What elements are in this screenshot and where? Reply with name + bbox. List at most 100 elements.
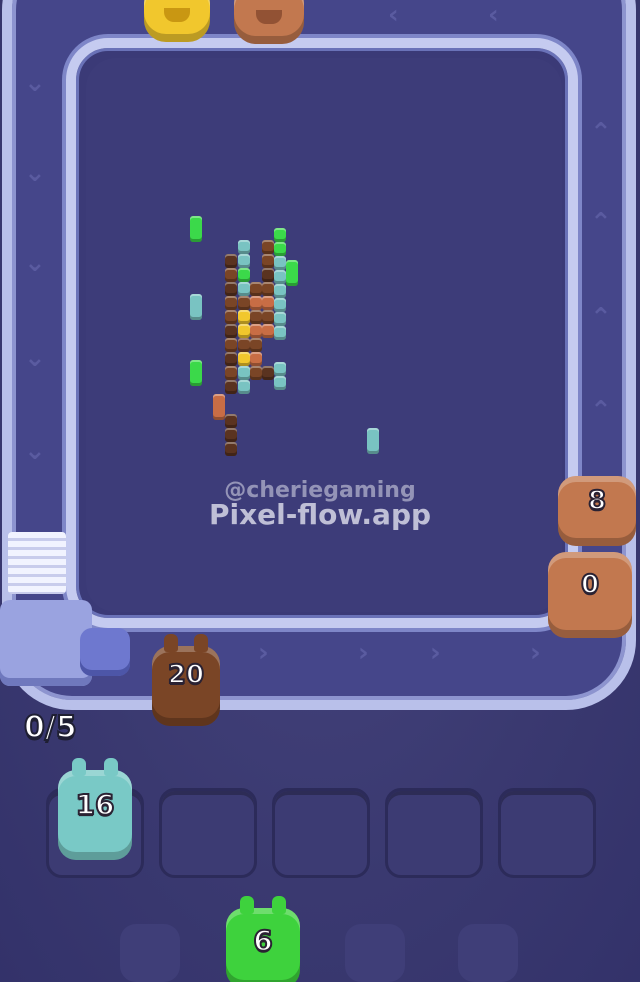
pixel-block [225,338,237,352]
pixel-block [274,256,286,270]
pixel-block [225,268,237,282]
pixel-block [262,310,274,324]
pixel-block [190,216,202,242]
conveyor-arrow-icon: ‹ [488,0,499,30]
conveyor-gate-door [80,628,130,676]
slot-creature-count: 16 [75,787,116,822]
pixel-block [250,352,262,366]
ear [72,758,86,776]
conveyor-arrow-icon: ⌄ [24,343,46,373]
pixel-block [262,282,274,296]
pixel-block [274,362,286,376]
holding-slot-2[interactable] [159,788,257,878]
pixel-block [238,268,250,282]
pixel-block [225,282,237,296]
pixel-block [225,428,237,442]
pixel-block [238,338,250,352]
pixel-block [225,324,237,338]
pixel-block [225,296,237,310]
conveyor-capacity-counter: 0/5 [23,709,78,746]
pixel-block [274,326,286,340]
pixel-block [190,360,202,386]
pixel-block [238,366,250,380]
conveyor-arrow-icon: ⌃ [590,396,612,426]
conveyor-shooter[interactable]: 20 [152,634,220,726]
pixel-block [238,240,250,254]
pixel-block [274,270,286,284]
conveyor-arrow-icon: ⌃ [590,303,612,333]
pixel-block [250,366,262,380]
pixel-block [274,242,286,256]
pixel-block [225,310,237,324]
conveyor-arrow-icon: ⌄ [24,158,46,188]
face-icon [164,8,190,22]
pixel-block [225,352,237,366]
pixel-block [250,282,262,296]
top-creature-copper [234,0,304,44]
pixel-block [213,394,225,420]
pixel-block [262,254,274,268]
conveyor-creature[interactable]: 0 [548,552,632,638]
conveyor-arrow-icon: ⌄ [24,436,46,466]
ear [164,634,178,652]
conveyor-arrow-icon: ⌄ [24,248,46,278]
pixel-block [250,310,262,324]
conveyor-arrow-icon: ‹ [388,0,399,30]
pixel-block [274,228,286,242]
holding-slot-5[interactable] [498,788,596,878]
pixel-block [190,294,202,320]
pixel-block [262,366,274,380]
queue-placeholder [120,924,180,982]
pixel-block [274,284,286,298]
pixel-block [262,268,274,282]
queue-placeholder [458,924,518,982]
creature-count: 8 [587,485,607,517]
conveyor-arrow-icon: ⌃ [590,118,612,148]
pixel-block [262,296,274,310]
holding-slot-4[interactable] [385,788,483,878]
face-icon [256,10,282,24]
shooter-ammo-count: 20 [167,659,205,691]
conveyor-stairs [8,532,66,594]
pixel-block [225,442,237,456]
pixel-block [225,366,237,380]
conveyor-arrow-icon: › [530,638,541,668]
slot-creature-teal[interactable]: 16 [58,758,132,860]
game-stage: ⌄ ⌄ ⌄ ⌄ ⌄ ⌃ ⌃ ⌃ ⌃ ‹ ‹ › › › › @cheriegam… [0,0,640,982]
queue-placeholder [345,924,405,982]
pixel-block [274,312,286,326]
pixel-block [225,380,237,394]
pixel-block [262,240,274,254]
pixel-block [238,380,250,394]
pixel-block [225,414,237,428]
pixel-block [238,254,250,268]
conveyor-arrow-icon: › [358,638,369,668]
pixel-block [274,298,286,312]
conveyor-creature[interactable]: 8 [558,476,636,546]
conveyor-arrow-icon: ⌃ [590,208,612,238]
ear [194,634,208,652]
top-creature-yellow [144,0,210,42]
conveyor-arrow-icon: ⌄ [24,68,46,98]
ear [272,896,286,914]
conveyor-arrow-icon: › [430,638,441,668]
queue-creature-green[interactable]: 6 [226,896,300,982]
pixel-block [274,376,286,390]
pixel-block [238,324,250,338]
ear [104,758,118,776]
holding-slot-3[interactable] [272,788,370,878]
creature-count: 0 [580,569,600,601]
pixel-block [286,260,298,286]
pixel-block [262,324,274,338]
pixel-block [367,428,379,454]
ear [240,896,254,914]
watermark-site: Pixel-flow.app [208,498,432,531]
pixel-block [250,324,262,338]
queue-creature-count: 6 [252,923,273,958]
pixel-block [238,296,250,310]
pixel-block [250,296,262,310]
pixel-block [225,254,237,268]
pixel-block [238,352,250,366]
pixel-block [250,338,262,352]
conveyor-gate [0,600,92,686]
